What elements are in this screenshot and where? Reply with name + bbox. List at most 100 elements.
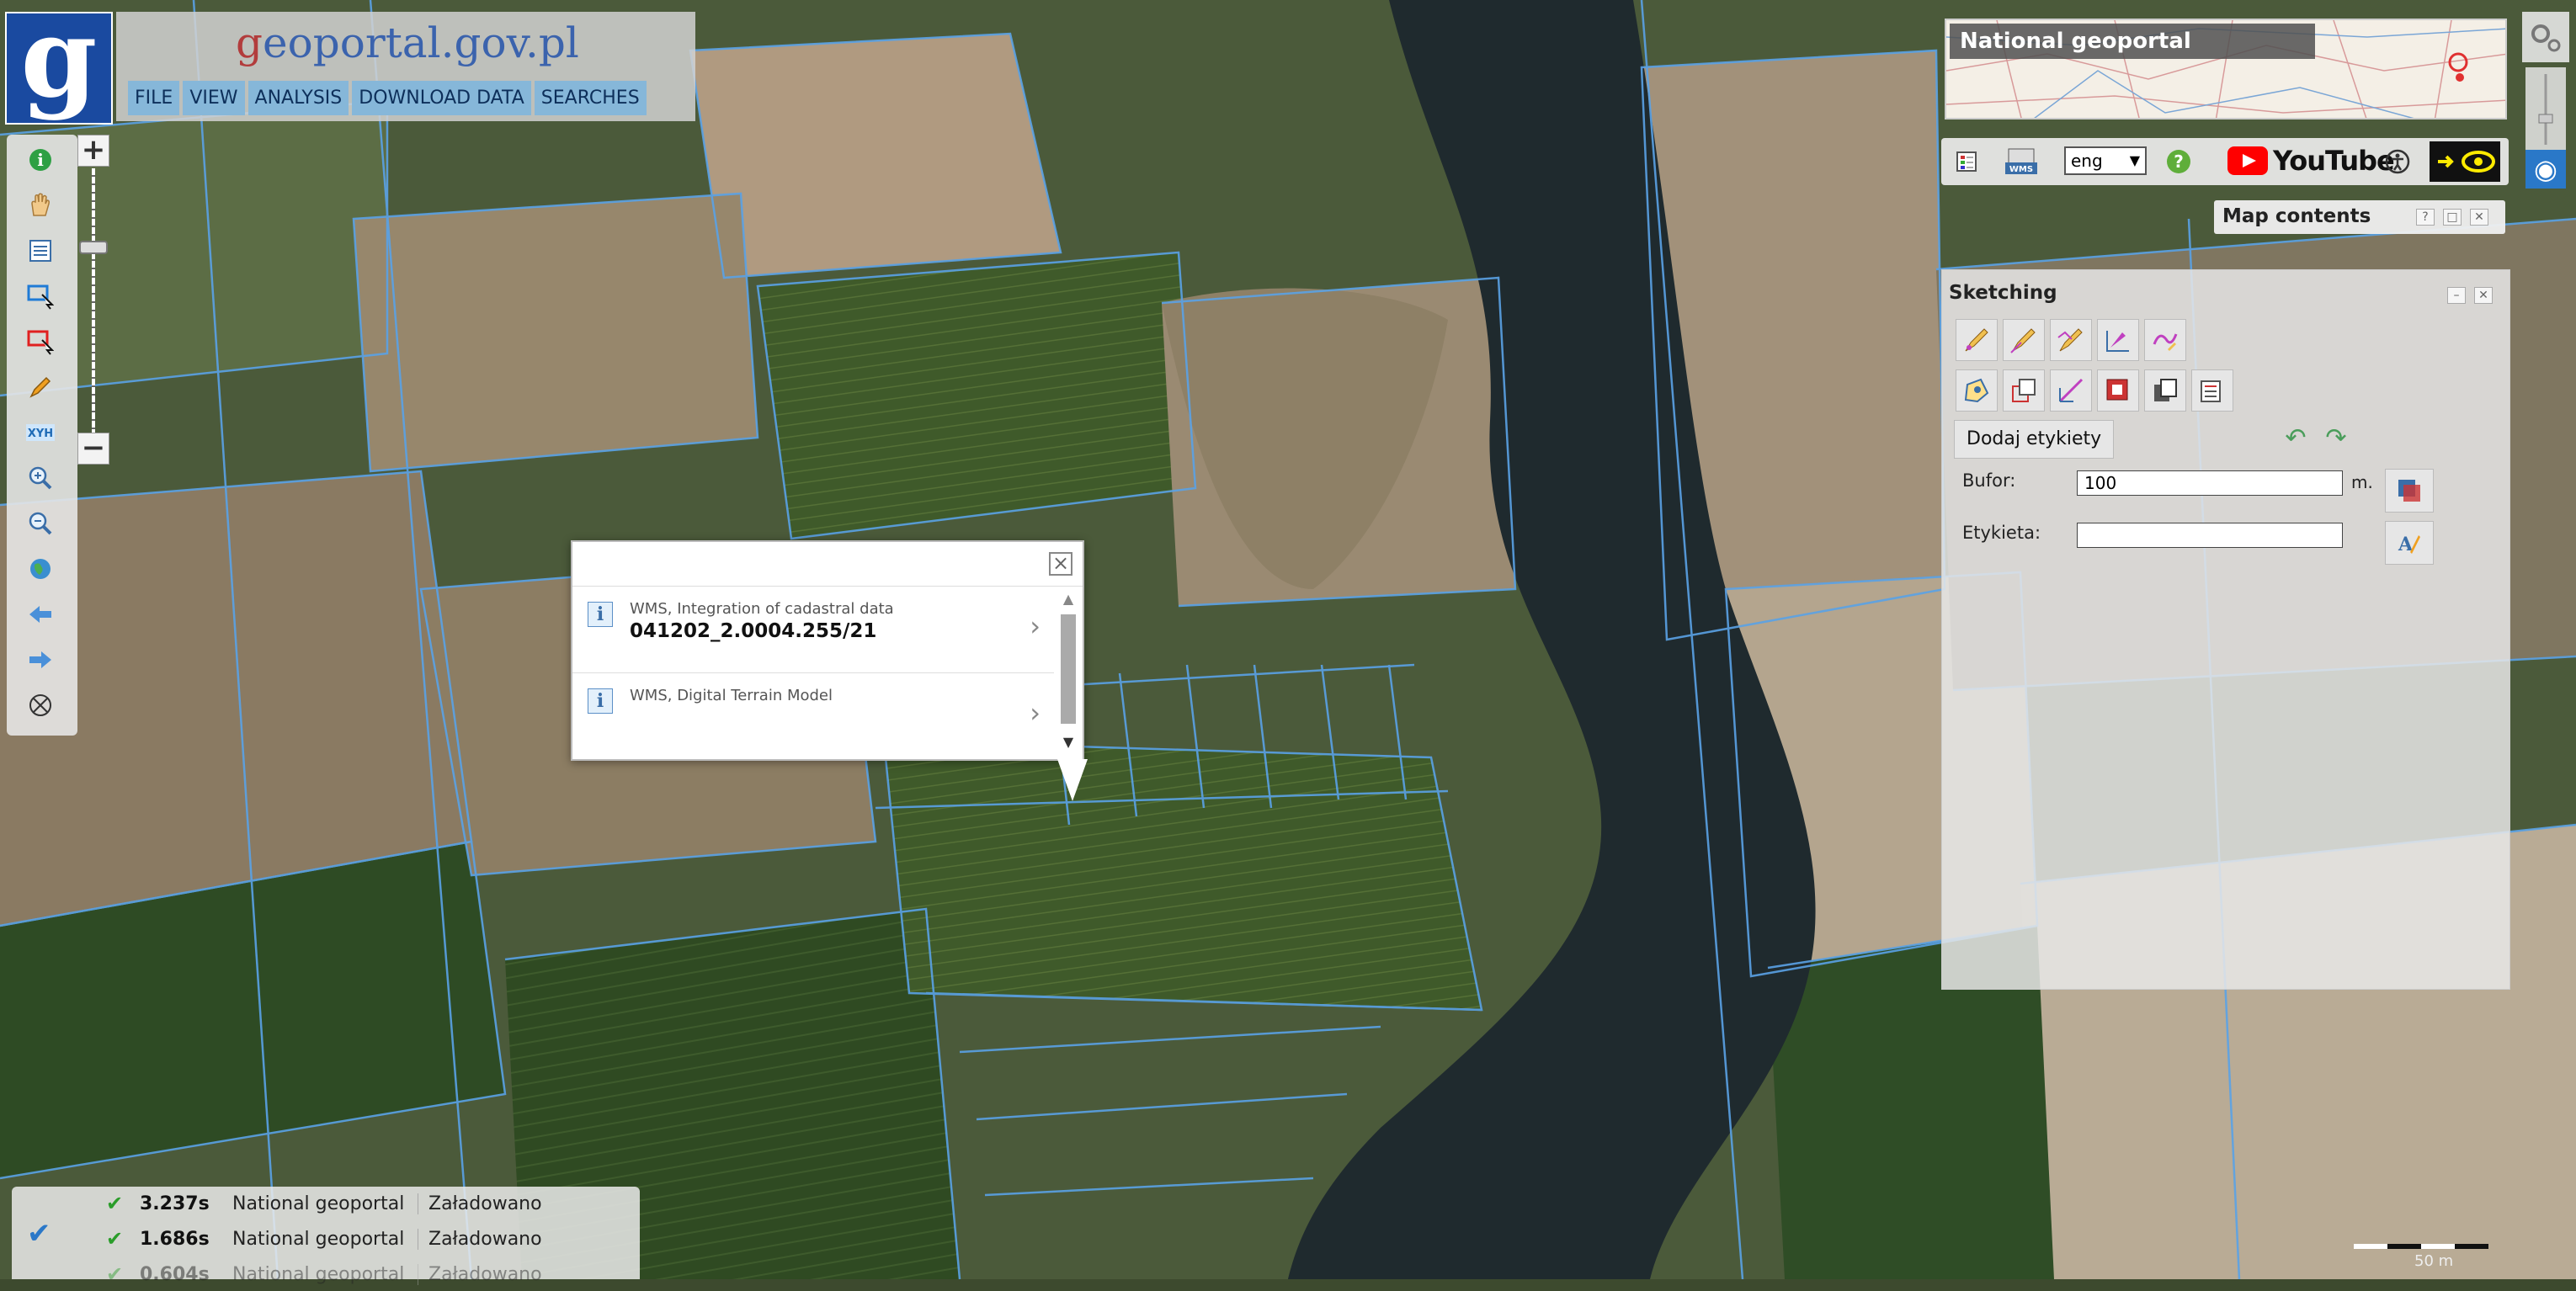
zoom-plus-button[interactable]: +	[77, 135, 109, 167]
draw-freehand-icon[interactable]	[2144, 319, 2186, 361]
chevron-right-icon: ›	[1030, 697, 1041, 729]
maximize-icon[interactable]: □	[2443, 209, 2462, 226]
menu-searches[interactable]: SEARCHES	[534, 81, 647, 115]
label-label: Etykieta:	[1962, 523, 2041, 543]
svg-text:WMS: WMS	[2009, 165, 2033, 174]
globe-icon[interactable]	[24, 552, 57, 586]
info-icon[interactable]: i	[24, 143, 57, 177]
map-contents-panel[interactable]: Map contents ? □ ✕	[2214, 200, 2505, 234]
scroll-up-icon[interactable]: ▲	[1059, 591, 1078, 609]
edit-vertices-icon[interactable]	[2003, 369, 2045, 412]
popup-item-source: WMS, Digital Terrain Model	[630, 687, 833, 704]
checkmark-icon[interactable]: ✔	[27, 1217, 64, 1254]
status-state: Załadowano	[428, 1193, 542, 1214]
header-panel: geoportal.gov.pl FILE VIEW ANALYSIS DOWN…	[116, 12, 695, 121]
status-time: 0.604s	[140, 1263, 210, 1285]
popup-item-source: WMS, Integration of cadastral data	[630, 600, 894, 618]
left-toolbar: i XYH	[7, 135, 77, 736]
zoom-out-icon[interactable]	[24, 507, 57, 540]
overview-title: National geoportal	[1950, 24, 2315, 59]
buffer-input[interactable]	[2077, 470, 2343, 496]
overview-map[interactable]: National geoportal	[1945, 19, 2507, 120]
layer-list-icon[interactable]	[24, 234, 57, 268]
zoom-track[interactable]	[92, 168, 95, 433]
help-icon[interactable]: ?	[2164, 146, 2194, 177]
buffer-apply-icon[interactable]	[2385, 469, 2434, 513]
redo-icon[interactable]: ↷	[2318, 420, 2355, 457]
site-title-prefix: g	[236, 19, 263, 67]
hand-pan-icon[interactable]	[24, 189, 57, 222]
high-contrast-toggle[interactable]	[2430, 141, 2500, 182]
crosshair-icon[interactable]	[24, 688, 57, 722]
scroll-down-icon[interactable]: ▼	[1059, 734, 1078, 752]
map-contents-help-button[interactable]: ?	[2416, 209, 2435, 226]
site-title: geoportal.gov.pl	[236, 19, 579, 67]
popup-close-button[interactable]: ×	[1049, 552, 1072, 576]
language-value: eng	[2071, 151, 2103, 171]
youtube-link[interactable]: YouTube	[2227, 145, 2395, 177]
legend-icon[interactable]	[1953, 146, 1980, 177]
forward-arrow-icon[interactable]	[24, 643, 57, 677]
chevron-right-icon: ›	[1030, 610, 1041, 642]
zoom-minus-button[interactable]: −	[77, 433, 109, 465]
youtube-play-icon	[2227, 146, 2268, 175]
xyh-icon[interactable]: XYH	[24, 416, 57, 449]
minimize-icon[interactable]: –	[2447, 287, 2466, 304]
check-icon: ✔	[106, 1192, 124, 1215]
menu-file[interactable]: FILE	[128, 81, 180, 115]
buffer-label: Bufor:	[1962, 470, 2016, 491]
scroll-thumb[interactable]	[1061, 614, 1076, 724]
menu-download-data[interactable]: DOWNLOAD DATA	[352, 81, 531, 115]
zoom-in-icon[interactable]	[24, 461, 57, 495]
text-style-icon[interactable]: A	[2385, 521, 2434, 565]
settings-icon[interactable]	[2522, 12, 2569, 62]
close-icon[interactable]: ✕	[2474, 287, 2493, 304]
select-red-icon[interactable]	[24, 325, 57, 359]
copy-shape-icon[interactable]	[2144, 369, 2186, 412]
opacity-slider[interactable]	[2525, 67, 2566, 151]
status-time: 3.237s	[140, 1193, 210, 1214]
status-source: National geoportal	[232, 1263, 418, 1285]
zoom-slider[interactable]: + −	[77, 135, 109, 468]
right-tool-strip: ◉	[2522, 12, 2569, 189]
popup-item-dtm[interactable]: i WMS, Digital Terrain Model ›	[572, 673, 1054, 759]
menu-view[interactable]: VIEW	[183, 81, 245, 115]
accessibility-icon[interactable]	[2382, 146, 2413, 177]
wms-icon[interactable]: WMS	[2004, 146, 2041, 177]
zoom-handle[interactable]	[79, 241, 108, 254]
close-icon[interactable]: ✕	[2470, 209, 2488, 226]
sketching-title: Sketching	[1949, 282, 2057, 304]
measure-icon[interactable]	[2050, 369, 2092, 412]
popup-item-cadastral[interactable]: i WMS, Integration of cadastral data 041…	[572, 587, 1054, 673]
visibility-eye-icon[interactable]: ◉	[2525, 150, 2566, 189]
sketching-panel: Sketching – ✕ Dodaj etykiety ↶ ↷ Bufor: …	[1941, 269, 2510, 990]
help-label: ?	[2174, 151, 2184, 172]
xyh-label: XYH	[28, 428, 53, 440]
geoportal-logo[interactable]: g	[5, 3, 113, 125]
menu-analysis[interactable]: ANALYSIS	[247, 81, 349, 115]
status-row: ✔ 1.686s National geoportal Załadowano	[106, 1222, 542, 1256]
popup-scrollbar[interactable]: ▲ ▼	[1059, 591, 1078, 759]
delete-shape-icon[interactable]	[2097, 369, 2139, 412]
pencil-icon[interactable]	[24, 370, 57, 404]
site-title-mid: eoportal	[263, 19, 441, 67]
select-blue-icon[interactable]	[24, 279, 57, 313]
status-state: Załadowano	[428, 1263, 542, 1285]
properties-icon[interactable]	[2191, 369, 2233, 412]
scale-bar: 50 m	[2349, 1237, 2525, 1271]
add-labels-button[interactable]: Dodaj etykiety	[1954, 420, 2115, 459]
status-row: ✔ 3.237s National geoportal Załadowano	[106, 1187, 542, 1220]
info-icon: i	[588, 602, 613, 627]
draw-angle-icon[interactable]	[2097, 319, 2139, 361]
undo-icon[interactable]: ↶	[2277, 420, 2314, 457]
back-arrow-icon[interactable]	[24, 598, 57, 631]
draw-line-icon[interactable]	[2003, 319, 2045, 361]
draw-polyline-icon[interactable]	[2050, 319, 2092, 361]
draw-point-icon[interactable]	[1956, 319, 1998, 361]
info-icon: i	[588, 688, 613, 714]
language-select[interactable]: eng ▼	[2064, 146, 2147, 175]
check-icon: ✔	[106, 1227, 124, 1251]
label-input[interactable]	[2077, 523, 2343, 548]
draw-polygon-icon[interactable]	[1956, 369, 1998, 412]
site-title-suffix: .gov.pl	[440, 19, 579, 67]
